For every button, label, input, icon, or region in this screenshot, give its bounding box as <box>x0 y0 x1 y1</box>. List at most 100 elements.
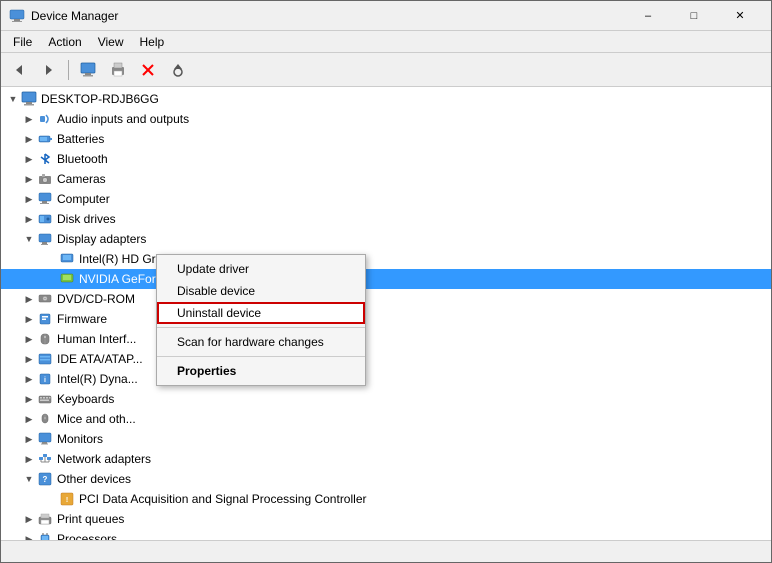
print-tree-icon <box>37 511 53 527</box>
tree-item-intel-gpu[interactable]: ▶ Intel(R) HD Graphics 520 <box>1 249 771 269</box>
ide-toggle[interactable]: ▶ <box>21 351 37 367</box>
cameras-toggle[interactable]: ▶ <box>21 171 37 187</box>
close-button[interactable]: ✕ <box>717 1 763 31</box>
tree-item-bluetooth[interactable]: ▶ Bluetooth <box>1 149 771 169</box>
ide-label: IDE ATA/ATAP... <box>57 352 143 366</box>
toolbar-print[interactable] <box>104 57 132 83</box>
tree-item-processors[interactable]: ▶ Processors <box>1 529 771 540</box>
svg-text:i: i <box>44 377 46 384</box>
nvidia-icon <box>59 271 75 287</box>
menu-file[interactable]: File <box>5 33 40 51</box>
tree-item-dvd[interactable]: ▶ DVD/CD-ROM <box>1 289 771 309</box>
maximize-button[interactable]: □ <box>671 1 717 31</box>
tree-item-print[interactable]: ▶ Print queues <box>1 509 771 529</box>
tree-item-keyboards[interactable]: ▶ Keyboards <box>1 389 771 409</box>
display-icon <box>37 231 53 247</box>
other-toggle[interactable]: ▼ <box>21 471 37 487</box>
context-scan-hardware[interactable]: Scan for hardware changes <box>157 331 365 353</box>
window-title: Device Manager <box>31 9 118 23</box>
print-toggle[interactable]: ▶ <box>21 511 37 527</box>
tree-view[interactable]: ▼ DESKTOP-RDJB6GG ▶ <box>1 87 771 540</box>
print-label: Print queues <box>57 512 124 526</box>
toolbar-computer[interactable] <box>74 57 102 83</box>
tree-item-mice[interactable]: ▶ Mice and oth... <box>1 409 771 429</box>
tree-item-display[interactable]: ▼ Display adapters <box>1 229 771 249</box>
disk-toggle[interactable]: ▶ <box>21 211 37 227</box>
ide-icon <box>37 351 53 367</box>
context-menu: Update driver Disable device Uninstall d… <box>156 254 366 386</box>
toolbar-back[interactable] <box>5 57 33 83</box>
root-label: DESKTOP-RDJB6GG <box>41 92 159 106</box>
tree-item-monitors[interactable]: ▶ Monitors <box>1 429 771 449</box>
tree-root[interactable]: ▼ DESKTOP-RDJB6GG <box>1 89 771 109</box>
forward-icon <box>42 63 56 77</box>
toolbar-sep1 <box>68 60 69 80</box>
menu-help[interactable]: Help <box>132 33 173 51</box>
toolbar-forward[interactable] <box>35 57 63 83</box>
tree-item-ide[interactable]: ▶ IDE ATA/ATAP... <box>1 349 771 369</box>
tree-item-audio[interactable]: ▶ Audio inputs and outputs <box>1 109 771 129</box>
audio-label: Audio inputs and outputs <box>57 112 189 126</box>
keyboards-toggle[interactable]: ▶ <box>21 391 37 407</box>
computer-toggle[interactable]: ▶ <box>21 191 37 207</box>
context-disable-device[interactable]: Disable device <box>157 280 365 302</box>
status-bar <box>1 540 771 562</box>
device-manager-window: Device Manager – □ ✕ File Action View He… <box>0 0 772 563</box>
keyboards-label: Keyboards <box>57 392 114 406</box>
tree-item-firmware[interactable]: ▶ Firmware <box>1 309 771 329</box>
toolbar-update[interactable] <box>164 57 192 83</box>
tree-item-disk[interactable]: ▶ Disk drives <box>1 209 771 229</box>
mice-toggle[interactable]: ▶ <box>21 411 37 427</box>
hid-label: Human Interf... <box>57 332 136 346</box>
title-bar: Device Manager – □ ✕ <box>1 1 771 31</box>
inteldyn-toggle[interactable]: ▶ <box>21 371 37 387</box>
batteries-label: Batteries <box>57 132 104 146</box>
delete-icon <box>141 63 155 77</box>
toolbar <box>1 53 771 87</box>
tree-item-other[interactable]: ▼ ? Other devices <box>1 469 771 489</box>
menu-bar: File Action View Help <box>1 31 771 53</box>
dvd-toggle[interactable]: ▶ <box>21 291 37 307</box>
monitors-toggle[interactable]: ▶ <box>21 431 37 447</box>
menu-view[interactable]: View <box>90 33 132 51</box>
tree-item-cameras[interactable]: ▶ Cameras <box>1 169 771 189</box>
cameras-label: Cameras <box>57 172 106 186</box>
tree-item-batteries[interactable]: ▶ Batteries <box>1 129 771 149</box>
hid-icon <box>37 331 53 347</box>
audio-toggle[interactable]: ▶ <box>21 111 37 127</box>
bluetooth-label: Bluetooth <box>57 152 108 166</box>
tree-item-pci[interactable]: ▶ ! PCI Data Acquisition and Signal Proc… <box>1 489 771 509</box>
other-label: Other devices <box>57 472 131 486</box>
firmware-icon <box>37 311 53 327</box>
network-label: Network adapters <box>57 452 151 466</box>
dvd-label: DVD/CD-ROM <box>57 292 135 306</box>
minimize-button[interactable]: – <box>625 1 671 31</box>
context-sep1 <box>157 327 365 328</box>
disk-icon <box>37 211 53 227</box>
network-toggle[interactable]: ▶ <box>21 451 37 467</box>
tree-item-computer[interactable]: ▶ Computer <box>1 189 771 209</box>
display-toggle[interactable]: ▼ <box>21 231 37 247</box>
app-icon <box>9 8 25 24</box>
content-area: ▼ DESKTOP-RDJB6GG ▶ <box>1 87 771 540</box>
context-update-driver[interactable]: Update driver <box>157 258 365 280</box>
mice-label: Mice and oth... <box>57 412 136 426</box>
tree-item-hid[interactable]: ▶ Human Interf... <box>1 329 771 349</box>
root-toggle[interactable]: ▼ <box>5 91 21 107</box>
hid-toggle[interactable]: ▶ <box>21 331 37 347</box>
batteries-toggle[interactable]: ▶ <box>21 131 37 147</box>
processors-toggle[interactable]: ▶ <box>21 531 37 540</box>
context-sep2 <box>157 356 365 357</box>
context-uninstall-device[interactable]: Uninstall device <box>157 302 365 324</box>
menu-action[interactable]: Action <box>40 33 89 51</box>
tree-item-inteldyn[interactable]: ▶ i Intel(R) Dyna... <box>1 369 771 389</box>
firmware-toggle[interactable]: ▶ <box>21 311 37 327</box>
tree-item-network[interactable]: ▶ Network adapters <box>1 449 771 469</box>
network-icon <box>37 451 53 467</box>
bluetooth-icon <box>37 151 53 167</box>
bluetooth-toggle[interactable]: ▶ <box>21 151 37 167</box>
root-computer-icon <box>21 91 37 107</box>
context-properties[interactable]: Properties <box>157 360 365 382</box>
tree-item-nvidia[interactable]: ▶ NVIDIA GeForce 940M <box>1 269 771 289</box>
toolbar-delete[interactable] <box>134 57 162 83</box>
